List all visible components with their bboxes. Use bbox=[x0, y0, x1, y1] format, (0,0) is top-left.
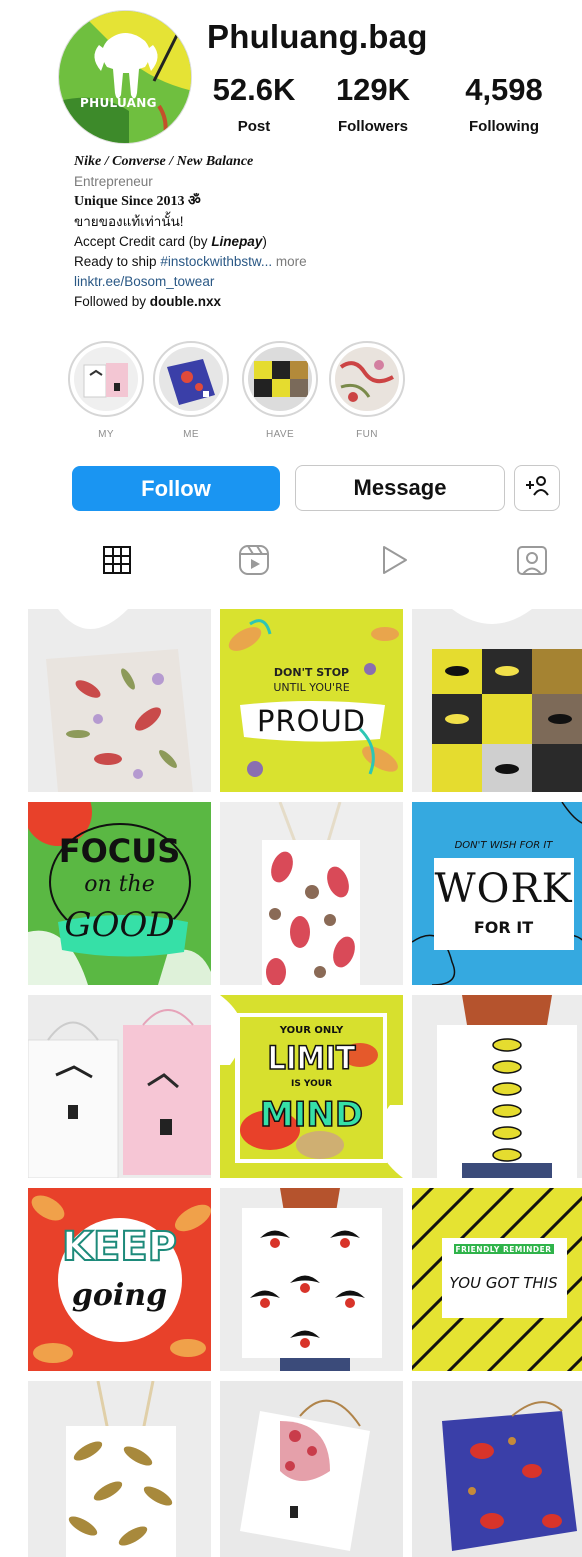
p8-line3: IS YOUR bbox=[290, 1079, 333, 1089]
bio-credit-prefix: Accept Credit card (by bbox=[74, 234, 212, 249]
message-button[interactable]: Message bbox=[295, 465, 505, 511]
highlight-me[interactable]: ME bbox=[151, 341, 231, 440]
post-petal-tote[interactable] bbox=[220, 802, 403, 985]
followed-by-prefix: Followed by bbox=[74, 294, 150, 309]
post-swallow-tote[interactable] bbox=[220, 1188, 403, 1371]
post-limit-mind-poster[interactable]: YOUR ONLY LIMIT IS YOUR MIND bbox=[220, 995, 403, 1178]
p4-line2: on the bbox=[84, 872, 155, 897]
post-bird-blocks-tote[interactable] bbox=[412, 609, 582, 792]
p12-line1: FRIENDLY REMINDER bbox=[455, 1245, 552, 1254]
post-bird-column-tote[interactable] bbox=[412, 995, 582, 1178]
bio-hashtag-link[interactable]: #instockwithbstw... bbox=[160, 254, 272, 269]
p2-line2: UNTIL YOU'RE bbox=[273, 681, 350, 694]
bio-since: Unique Since 2013 ॐ bbox=[74, 194, 201, 209]
p12-line2: YOU GOT THIS bbox=[449, 1274, 558, 1292]
highlight-have-label: HAVE bbox=[265, 429, 295, 440]
bio-credit-suffix: ) bbox=[262, 234, 267, 249]
profile-bio: Nike / Converse / New Balance Entreprene… bbox=[74, 152, 554, 312]
tab-tagged[interactable] bbox=[514, 544, 550, 580]
avatar-logo-text: PHULUANG bbox=[80, 96, 157, 110]
reels-icon bbox=[237, 543, 271, 582]
post-floral-tote[interactable] bbox=[28, 609, 211, 792]
stat-followers-label: Followers bbox=[337, 118, 408, 135]
highlight-fun-ring bbox=[329, 341, 405, 417]
bio-brands: Nike / Converse / New Balance bbox=[74, 154, 254, 169]
p2-line3: PROUD bbox=[256, 704, 367, 738]
p6-line1: DON'T WISH FOR IT bbox=[454, 840, 553, 851]
stat-following[interactable]: 4,598 Following bbox=[444, 72, 564, 135]
highlight-have-ring bbox=[242, 341, 318, 417]
highlight-me-ring bbox=[153, 341, 229, 417]
p8-line1: YOUR ONLY bbox=[279, 1025, 344, 1036]
post-floating-white-bag[interactable] bbox=[220, 1381, 403, 1557]
highlight-my[interactable]: MY bbox=[66, 341, 146, 440]
highlight-my-label: MY bbox=[98, 429, 114, 440]
post-focus-on-good-poster[interactable]: FOCUS on the GOOD bbox=[28, 802, 211, 985]
p8-line2: LIMIT bbox=[267, 1038, 357, 1078]
stat-posts-value: 52.6K bbox=[212, 72, 296, 107]
post-leaf-tote[interactable] bbox=[28, 1381, 211, 1557]
profile-username: Phuluang.bag bbox=[207, 18, 428, 55]
tab-reels[interactable] bbox=[236, 544, 272, 580]
post-floating-blue-bag[interactable] bbox=[412, 1381, 582, 1557]
bio-ready-prefix: Ready to ship bbox=[74, 254, 161, 269]
bio-thai-line: ขายของแท้เท่านั้น! bbox=[74, 214, 184, 229]
profile-avatar[interactable] bbox=[58, 10, 192, 144]
bio-credit-line: Accept Credit card (by Linepay) bbox=[74, 232, 554, 252]
stat-followers[interactable]: 129K Followers bbox=[313, 72, 433, 135]
followed-by-user[interactable]: double.nxx bbox=[150, 294, 221, 309]
post-work-for-it-poster[interactable]: DON'T WISH FOR IT WORK FOR IT bbox=[412, 802, 582, 985]
bio-category: Entrepreneur bbox=[74, 174, 153, 189]
stat-following-label: Following bbox=[469, 118, 539, 135]
p10-line1: KEEP bbox=[61, 1223, 178, 1271]
p4-line3: GOOD bbox=[64, 905, 175, 945]
bio-followed-by[interactable]: Followed by double.nxx bbox=[74, 292, 554, 312]
p6-line3: FOR IT bbox=[473, 918, 534, 937]
p10-line2: going bbox=[71, 1278, 168, 1313]
grid-icon bbox=[102, 545, 132, 580]
follow-button[interactable]: Follow bbox=[72, 466, 280, 511]
bio-ready-line: Ready to ship #instockwithbstw... more bbox=[74, 252, 554, 272]
p6-line2: WORK bbox=[434, 866, 573, 912]
tagged-icon bbox=[515, 543, 549, 582]
bio-more-link[interactable]: more bbox=[272, 254, 307, 269]
play-icon bbox=[379, 544, 409, 581]
stat-posts[interactable]: 52.6K Post bbox=[194, 72, 314, 135]
p4-line1: FOCUS bbox=[58, 832, 181, 870]
add-person-icon bbox=[524, 475, 550, 502]
bio-credit-linepay: Linepay bbox=[211, 234, 263, 249]
post-keep-going-poster[interactable]: KEEP going bbox=[28, 1188, 211, 1371]
highlight-fun[interactable]: FUN bbox=[327, 341, 407, 440]
highlight-have[interactable]: HAVE bbox=[240, 341, 320, 440]
highlight-my-ring bbox=[68, 341, 144, 417]
p2-line1: DON'T STOP bbox=[273, 666, 350, 679]
post-paper-bags-pair[interactable] bbox=[28, 995, 211, 1178]
post-you-got-this-poster[interactable]: FRIENDLY REMINDER YOU GOT THIS bbox=[412, 1188, 582, 1371]
tab-videos[interactable] bbox=[376, 544, 412, 580]
tab-posts-grid[interactable] bbox=[99, 544, 135, 580]
stat-following-value: 4,598 bbox=[465, 72, 543, 107]
post-dont-stop-poster[interactable]: DON'T STOP UNTIL YOU'RE PROUD bbox=[220, 609, 403, 792]
stat-followers-value: 129K bbox=[335, 72, 411, 107]
highlight-fun-label: FUN bbox=[356, 429, 378, 440]
bio-external-link[interactable]: linktr.ee/Bosom_towear bbox=[74, 272, 554, 292]
stat-posts-label: Post bbox=[237, 118, 271, 135]
p8-line4: MIND bbox=[259, 1094, 364, 1136]
suggest-user-button[interactable] bbox=[514, 465, 560, 511]
highlight-me-label: ME bbox=[183, 429, 199, 440]
